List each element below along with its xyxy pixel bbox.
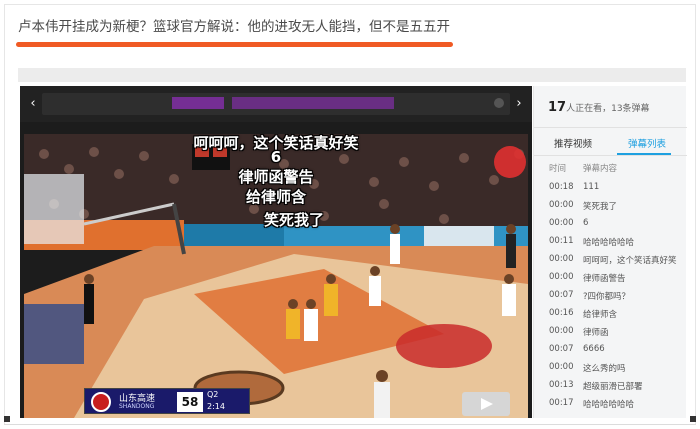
danmaku-text: 笑死我了 [583, 202, 618, 212]
next-arrow-icon[interactable]: › [510, 94, 528, 114]
danmaku-row[interactable]: 00:07 6666 [534, 344, 687, 362]
danmaku-row[interactable]: 00:00 这么秀的吗 [534, 362, 687, 380]
danmaku-time: 00:00 [549, 254, 574, 264]
danmaku-text: 律师函警告 [583, 274, 626, 284]
game-clock: 2:14 [207, 402, 225, 411]
bottom-edge [4, 424, 696, 425]
article-headline: 卢本伟开挂成为新梗？篮球官方解说：他的进攻无人能挡，但不是五五开 [18, 19, 450, 35]
viewer-text: 人正在看，13条弹幕 [566, 104, 650, 114]
danmaku-overlay-line-4: 给律师含 [245, 188, 306, 206]
danmaku-time: 00:18 [549, 182, 574, 192]
headline-underline [16, 42, 453, 47]
danmaku-text: 律师函 [583, 328, 609, 338]
danmaku-text: 给律师含 [583, 310, 618, 320]
danmaku-time: 00:17 [549, 398, 574, 408]
danmaku-time: 00:00 [549, 272, 574, 282]
blurred-title-b [232, 97, 394, 109]
danmaku-time: 00:16 [549, 308, 574, 318]
viewer-count: 17 [548, 100, 567, 115]
danmaku-row[interactable]: 00:00 律师函 [534, 326, 687, 344]
corner-mark-left [4, 416, 10, 422]
tab-danmaku-list[interactable]: 弹幕列表 [628, 136, 666, 150]
status-dot-icon [494, 98, 504, 108]
danmaku-text: 呵呵呵，这个笑话真好笑 [583, 256, 677, 266]
team-name-english: SHANDONG [119, 403, 155, 410]
danmaku-row[interactable]: 00:07 ?四你都吗？ [534, 290, 687, 308]
prev-arrow-icon[interactable]: ‹ [24, 94, 42, 114]
player-top-bar: ‹ › [20, 86, 532, 122]
scoreboard: 山东高速 SHANDONG 58 Q2 2:14 [84, 388, 250, 414]
team-score: 58 [177, 392, 203, 412]
danmaku-time: 00:07 [549, 344, 574, 354]
tab-recommended-videos[interactable]: 推荐视频 [554, 136, 592, 150]
danmaku-text: 6 [583, 218, 589, 228]
tab-divider [534, 155, 687, 156]
danmaku-text: 111 [583, 182, 600, 192]
divider-bar [18, 68, 686, 82]
danmaku-row[interactable]: 00:00 6 [534, 218, 687, 236]
danmaku-time: 00:11 [549, 236, 574, 246]
game-quarter: Q2 [207, 390, 219, 399]
danmaku-row[interactable]: 00:18 111 [534, 182, 687, 200]
danmaku-row[interactable]: 00:16 给律师含 [534, 308, 687, 326]
play-button-icon[interactable] [462, 392, 510, 416]
danmaku-time: 00:00 [549, 218, 574, 228]
column-header-time: 时间 [549, 164, 567, 174]
danmaku-overlay-line-2: 6 [270, 148, 282, 166]
danmaku-overlay-line-5: 笑死我了 [263, 211, 324, 229]
column-header-content: 弹幕内容 [583, 164, 618, 174]
danmaku-text: 哈哈哈哈哈哈 [583, 238, 635, 248]
danmaku-row[interactable]: 00:13 超级丽滑已部署 [534, 380, 687, 398]
danmaku-text: 这么秀的吗 [583, 364, 626, 374]
panel-divider [534, 127, 687, 128]
danmaku-row[interactable]: 00:00 呵呵呵，这个笑话真好笑 [534, 254, 687, 272]
danmaku-text: 哈哈哈哈哈哈 [583, 400, 635, 410]
danmaku-text: 6666 [583, 344, 605, 354]
danmaku-row[interactable]: 00:11 哈哈哈哈哈哈 [534, 236, 687, 254]
team-logo-icon [91, 392, 111, 412]
danmaku-time: 00:00 [549, 200, 574, 210]
danmaku-time: 00:13 [549, 380, 574, 390]
video-frame[interactable]: 呵呵呵，这个笑话真好笑 6 律师函警告 给律师含 笑死我了 山东高速 SHAND… [24, 134, 528, 418]
danmaku-text: ?四你都吗？ [583, 292, 631, 302]
danmaku-time: 00:00 [549, 326, 574, 336]
danmaku-side-panel: 17人正在看，13条弹幕 推荐视频 弹幕列表 时间 弹幕内容 00:18 111 … [533, 86, 687, 418]
danmaku-time: 00:00 [549, 362, 574, 372]
danmaku-overlay-line-3: 律师函警告 [238, 168, 314, 186]
danmaku-row[interactable]: 00:00 律师函警告 [534, 272, 687, 290]
viewer-stats: 17人正在看，13条弹幕 [548, 100, 650, 115]
danmaku-row[interactable]: 00:17 哈哈哈哈哈哈 [534, 398, 687, 416]
blurred-title-a [172, 97, 224, 109]
danmaku-time: 00:07 [549, 290, 574, 300]
corner-mark-right [690, 416, 696, 422]
danmaku-row[interactable]: 00:00 笑死我了 [534, 200, 687, 218]
danmaku-text: 超级丽滑已部署 [583, 382, 643, 392]
video-player[interactable]: ‹ › 呵呵呵，这个笑话真好笑 6 律师函警告 给律师含 笑死我了 山东高速 S… [20, 86, 532, 418]
